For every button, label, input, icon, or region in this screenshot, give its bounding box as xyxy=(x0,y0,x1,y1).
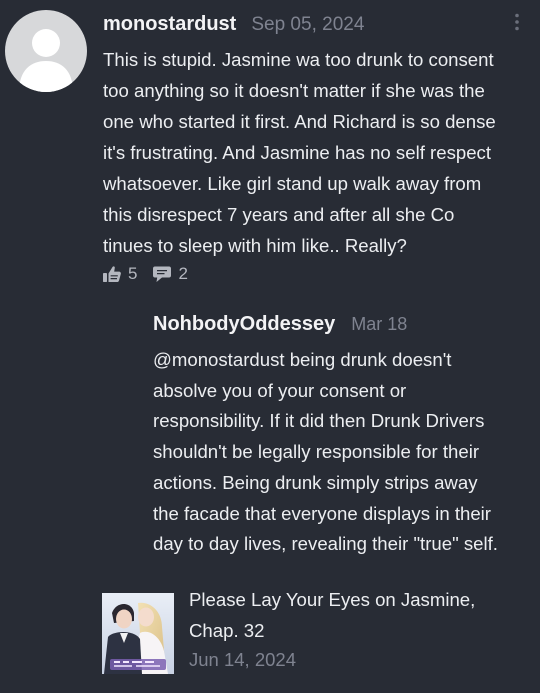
comment-text-line: too anything so it doesn't matter if she… xyxy=(103,80,485,101)
source-title[interactable]: Please Lay Your Eyes on Jasmine, Chap. 3… xyxy=(189,584,529,646)
reply-body: @monostardust being drunk doesn't absolv… xyxy=(153,345,538,560)
reply-text-line: absolve you of your consent or xyxy=(153,379,407,401)
reply-date: Mar 18 xyxy=(351,314,408,334)
kebab-menu-icon[interactable] xyxy=(508,12,526,34)
reply-text-line: shouldn't be legally responsible for the… xyxy=(153,441,480,463)
reply-username[interactable]: NohbodyOddessey xyxy=(153,313,335,336)
comment-text-line: whatsoever. Like girl stand up walk away… xyxy=(103,173,482,194)
avatar[interactable] xyxy=(5,10,87,92)
comment-date: Sep 05, 2024 xyxy=(251,14,365,35)
speech-bubble-icon xyxy=(153,266,172,282)
reply-header: NohbodyOddessey Mar 18 xyxy=(153,313,538,341)
reply-count: 2 xyxy=(178,264,188,283)
comment-text-line: one who started it first. And Richard is… xyxy=(103,111,496,132)
reply-text-line: @monostardust being drunk doesn't xyxy=(153,349,452,370)
like-button[interactable]: 5 xyxy=(102,264,137,284)
reply-text-line: responsibility. If it did then Drunk Dri… xyxy=(153,410,485,432)
comment-header: monostardust Sep 05, 2024 xyxy=(103,13,364,41)
source-date: Jun 14, 2024 xyxy=(189,649,296,670)
reply-text-line: actions. Being drunk simply strips away xyxy=(153,471,478,493)
reply-text-line: day to day lives, revealing their "true"… xyxy=(153,533,498,555)
comment-username[interactable]: monostardust xyxy=(103,13,236,36)
source-title-line: Please Lay Your Eyes on Jasmine, xyxy=(189,589,476,610)
source-title-line: Chap. 32 xyxy=(189,620,265,641)
comment-body: This is stupid. Jasmine wa too drunk to … xyxy=(103,44,538,261)
source-episode-link[interactable]: Please Lay Your Eyes on Jasmine, Chap. 3… xyxy=(102,589,532,674)
comment-actions: 5 2 xyxy=(102,264,188,284)
default-user-icon xyxy=(19,29,73,92)
comment-text-line: this disrespect 7 years and after all sh… xyxy=(103,204,455,225)
episode-cover-thumbnail[interactable] xyxy=(102,593,174,674)
comment-text-line: This is stupid. Jasmine wa too drunk to … xyxy=(103,49,494,70)
reply-button[interactable]: 2 xyxy=(152,264,188,284)
reply-text-line: the facade that everyone displays in the… xyxy=(153,502,491,524)
thumbs-up-icon xyxy=(103,266,121,282)
like-count: 5 xyxy=(128,264,138,283)
reply: NohbodyOddessey Mar 18 @monostardust bei… xyxy=(153,313,538,560)
comment-text-line: it's frustrating. And Jasmine has no sel… xyxy=(103,142,492,163)
comment-text-line: tinues to sleep with him like.. Really? xyxy=(103,235,407,256)
